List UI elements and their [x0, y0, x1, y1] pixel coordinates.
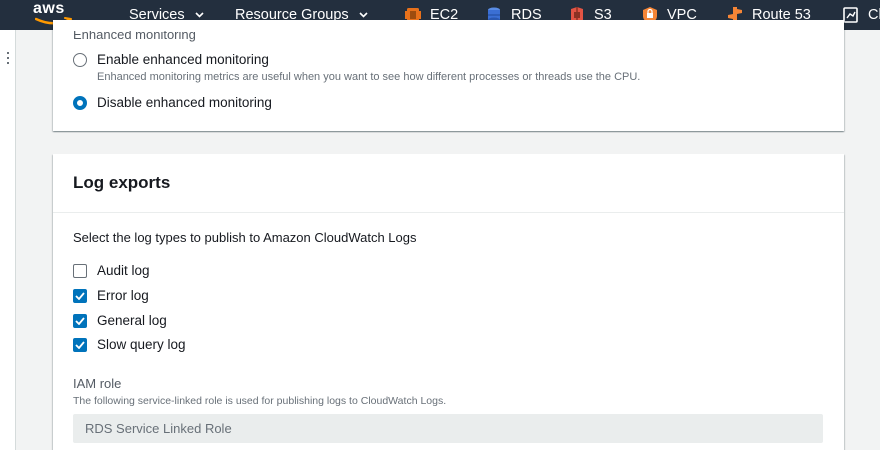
checkmark-icon [75, 340, 85, 349]
error-log-label: Error log [97, 288, 149, 303]
log-exports-intro: Select the log types to publish to Amazo… [73, 230, 417, 245]
general-log-label: General log [97, 313, 167, 328]
audit-log-label: Audit log [97, 263, 150, 278]
enable-monitoring-description: Enhanced monitoring metrics are useful w… [97, 71, 641, 83]
iam-role-field: RDS Service Linked Role [73, 414, 823, 443]
log-exports-title: Log exports [73, 173, 171, 192]
general-log-checkbox[interactable] [73, 313, 87, 328]
audit-log-option[interactable]: Audit log [73, 263, 150, 278]
general-log-option[interactable]: General log [73, 313, 167, 328]
audit-log-checkbox[interactable] [73, 263, 87, 278]
disable-monitoring-option[interactable]: Disable enhanced monitoring [73, 94, 272, 112]
chevron-down-icon [359, 12, 368, 18]
checkmark-icon [75, 291, 85, 300]
shortcut-cloudwatch[interactable]: Cl [843, 0, 880, 30]
enable-monitoring-option[interactable]: Enable enhanced monitoring Enhanced moni… [73, 51, 640, 84]
enhanced-monitoring-panel: Enhanced monitoring Enable enhanced moni… [53, 20, 844, 131]
cloudwatch-icon [843, 7, 858, 23]
error-log-checkbox[interactable] [73, 288, 87, 303]
checkmark-icon [75, 316, 85, 325]
slow-query-log-label: Slow query log [97, 337, 186, 352]
disable-monitoring-radio[interactable] [73, 96, 87, 110]
side-navigation-rail [0, 30, 16, 450]
iam-role-value: RDS Service Linked Role [85, 421, 232, 436]
disable-monitoring-label: Disable enhanced monitoring [97, 95, 272, 110]
slow-query-log-option[interactable]: Slow query log [73, 337, 186, 352]
menu-toggle-icon[interactable] [5, 52, 11, 68]
iam-role-label: IAM role [73, 376, 122, 391]
log-exports-panel: Log exports Select the log types to publ… [53, 154, 844, 450]
enable-monitoring-label: Enable enhanced monitoring [97, 52, 269, 67]
shortcut-cloudwatch-label: Cl [868, 7, 880, 23]
log-exports-header: Log exports [53, 154, 844, 213]
aws-logo-text: aws [33, 0, 65, 17]
error-log-option[interactable]: Error log [73, 288, 149, 303]
enable-monitoring-radio[interactable] [73, 53, 87, 67]
enhanced-monitoring-heading: Enhanced monitoring [73, 27, 196, 42]
iam-role-description: The following service-linked role is use… [73, 395, 447, 407]
chevron-down-icon [195, 12, 204, 18]
slow-query-log-checkbox[interactable] [73, 337, 87, 352]
